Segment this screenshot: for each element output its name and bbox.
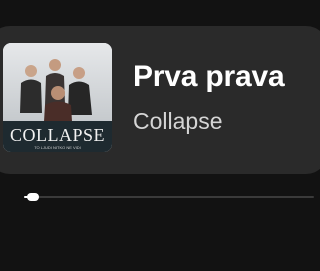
album-sub-text: TO LJUDI NITKO NE VIDI — [34, 145, 81, 150]
progress-bar[interactable] — [24, 193, 314, 201]
album-cover-art-icon: COLLAPSE TO LJUDI NITKO NE VIDI — [3, 43, 112, 152]
album-art[interactable]: COLLAPSE TO LJUDI NITKO NE VIDI — [3, 43, 112, 152]
progress-thumb[interactable] — [26, 193, 39, 201]
album-band-text: COLLAPSE — [10, 125, 105, 145]
track-artist[interactable]: Collapse — [133, 108, 223, 135]
track-title[interactable]: Prva prava — [133, 60, 285, 94]
